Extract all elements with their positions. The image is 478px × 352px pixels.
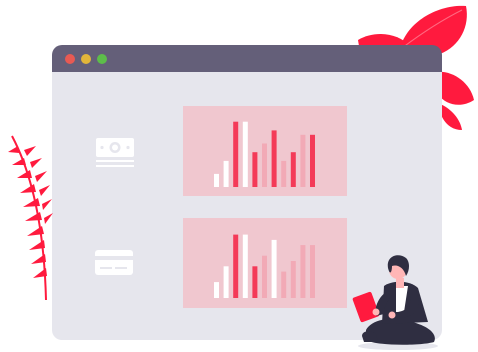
chart-1-bar-3 xyxy=(233,121,239,187)
chart-2-bar-1 xyxy=(214,282,219,298)
chart-1-bar-11 xyxy=(310,134,315,187)
chart-2-bar-6 xyxy=(262,255,267,298)
hand-right xyxy=(388,311,396,319)
chart-1-bar-8 xyxy=(281,160,287,187)
chart-1-bar-10 xyxy=(300,134,306,187)
chart-1-bar-9 xyxy=(290,152,296,187)
chart-1-bar-4 xyxy=(242,121,248,187)
chart-2-bar-11 xyxy=(310,245,315,298)
chart-1-bar-7 xyxy=(271,130,277,187)
chart-2-bar-3 xyxy=(233,234,239,298)
close-button[interactable] xyxy=(65,54,75,64)
chart-2-bar-2 xyxy=(223,266,229,298)
leaf-4 xyxy=(440,104,462,130)
chart-1-bar-5 xyxy=(252,152,258,187)
minimize-button[interactable] xyxy=(81,54,91,64)
chart-2-bar-9 xyxy=(290,261,296,298)
hand-left xyxy=(372,308,380,316)
credit-card-icon xyxy=(95,250,133,275)
chart-1-bar-1 xyxy=(214,173,219,187)
chart-1-bar-2 xyxy=(223,160,229,187)
maximize-button[interactable] xyxy=(97,54,107,64)
fern-plant xyxy=(8,135,53,301)
chart-2-bar-4 xyxy=(242,234,248,298)
chart-1-bar-6 xyxy=(262,143,267,187)
chart-2-bar-5 xyxy=(252,266,258,298)
chart-2-bar-8 xyxy=(281,271,287,298)
chart-2-bar-10 xyxy=(300,245,306,298)
window-titlebar xyxy=(52,45,442,72)
neck xyxy=(396,278,404,288)
chart-2-bar-7 xyxy=(271,239,277,298)
illustration-scene xyxy=(8,5,474,350)
